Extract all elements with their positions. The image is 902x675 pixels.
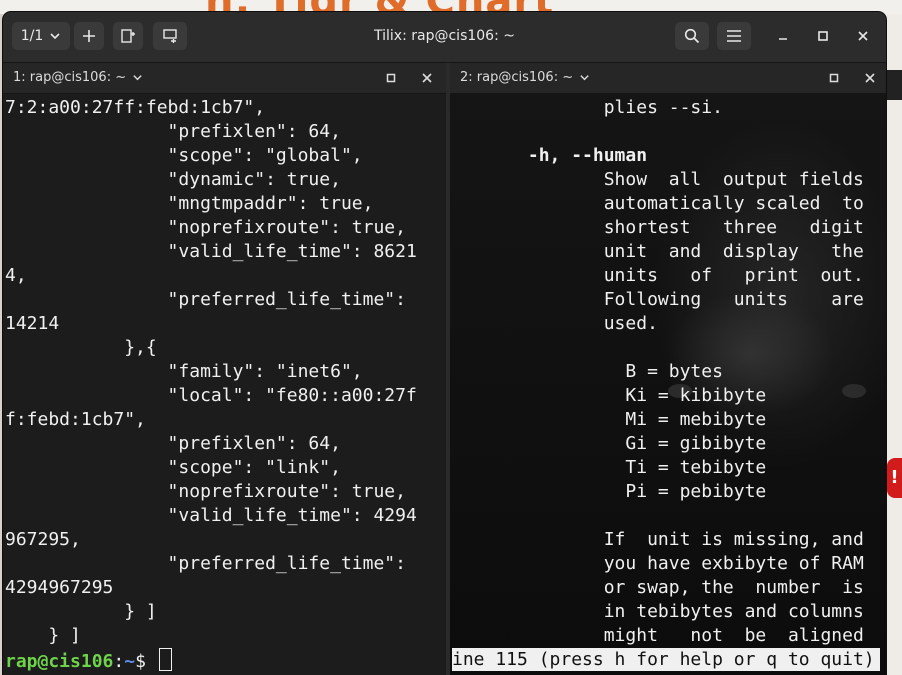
pane-title-right: 2: rap@cis106: ~ bbox=[460, 70, 574, 85]
terminal-line: f:febd:1cb7", bbox=[5, 409, 146, 430]
background-warning-icon: ! bbox=[887, 458, 902, 498]
terminal-output-right: plies --si. -h, --human Show all output … bbox=[452, 96, 886, 675]
terminal-output-left: 7:2:a00:27ff:febd:1cb7", "prefixlen": 64… bbox=[5, 96, 446, 675]
terminal-line: "mngtmpaddr": true, bbox=[5, 193, 374, 214]
terminal-line: "family": "inet6", bbox=[5, 361, 363, 382]
text-cursor bbox=[158, 648, 172, 671]
minimize-button[interactable] bbox=[766, 22, 800, 50]
terminal-line: } ] bbox=[5, 625, 81, 646]
terminal-line: -h, --human bbox=[452, 145, 648, 166]
maximize-pane-button-right[interactable] bbox=[823, 68, 845, 88]
chevron-down-icon bbox=[580, 75, 589, 81]
terminal-line: "noprefixroute": true, bbox=[5, 481, 406, 502]
terminal-line: "scope": "link", bbox=[5, 457, 341, 478]
pane-title-button-right[interactable]: 2: rap@cis106: ~ bbox=[460, 70, 590, 85]
terminal-line: 4294967295 bbox=[5, 577, 114, 598]
terminal-line: used. bbox=[452, 313, 658, 334]
terminal-pane-left[interactable]: 1: rap@cis106: ~ 7:2:a00:27ff:febd:1cb7"… bbox=[3, 63, 446, 675]
pager-status-line: ine 115 (press h for help or q to quit) bbox=[452, 648, 880, 671]
maximize-icon bbox=[386, 73, 396, 83]
pane-header-right: 2: rap@cis106: ~ bbox=[450, 63, 886, 94]
maximize-icon bbox=[829, 73, 839, 83]
terminal-line: Pi = pebibyte bbox=[452, 481, 767, 502]
close-window-button[interactable] bbox=[846, 22, 880, 50]
terminal-line: Ki = kibibyte bbox=[452, 385, 767, 406]
search-button[interactable] bbox=[675, 22, 709, 50]
tilix-window: 1/1 Tilix: rap@cis106: ~ 1: rap@cis106: … bbox=[3, 12, 886, 675]
pane-title-left: 1: rap@cis106: ~ bbox=[13, 70, 127, 85]
terminal-line: "preferred_life_time": bbox=[5, 289, 406, 310]
terminal-line: "preferred_life_time": bbox=[5, 553, 406, 574]
terminal-line: "valid_life_time": 8621 bbox=[5, 241, 417, 262]
terminal-line: } ] bbox=[5, 601, 157, 622]
terminal-line: shortest three digit bbox=[452, 217, 864, 238]
terminal-line: units of print out. bbox=[452, 265, 864, 286]
terminal-line: 4, bbox=[5, 265, 27, 286]
terminal-line: "valid_life_time": 4294 bbox=[5, 505, 417, 526]
terminal-line: automatically scaled to bbox=[452, 193, 864, 214]
terminal-line: "prefixlen": 64, bbox=[5, 121, 341, 142]
prompt-symbol: $ bbox=[135, 651, 157, 672]
close-icon bbox=[865, 73, 875, 83]
pane-title-button-left[interactable]: 1: rap@cis106: ~ bbox=[13, 70, 143, 85]
maximize-icon bbox=[818, 31, 828, 41]
prompt-user: rap@cis106 bbox=[5, 651, 114, 672]
terminal-line: },{ bbox=[5, 337, 157, 358]
terminal-line: "noprefixroute": true, bbox=[5, 217, 406, 238]
terminal-line: "prefixlen": 64, bbox=[5, 433, 341, 454]
terminal-line: "local": "fe80::a00:27f bbox=[5, 385, 417, 406]
hamburger-menu-icon bbox=[727, 30, 741, 42]
terminal-pane-right[interactable]: 2: rap@cis106: ~ plies --si. -h, --human… bbox=[450, 63, 886, 675]
search-icon bbox=[684, 28, 700, 44]
terminal-line: in tebibytes and columns bbox=[452, 601, 864, 622]
maximize-button[interactable] bbox=[806, 22, 840, 50]
terminal-line: Show all output fields bbox=[452, 169, 864, 190]
terminal-line: B = bytes bbox=[452, 361, 723, 382]
close-icon bbox=[422, 73, 432, 83]
prompt-path: ~ bbox=[124, 651, 136, 672]
terminal-line: you have exbibyte of RAM bbox=[452, 553, 864, 574]
shell-prompt[interactable]: rap@cis106:~$ bbox=[5, 648, 446, 672]
terminal-line: might not be aligned bbox=[452, 625, 864, 646]
terminal-line: unit and display the bbox=[452, 241, 864, 262]
close-icon bbox=[858, 31, 868, 41]
terminal-line: or swap, the number is bbox=[452, 577, 864, 598]
window-title: Tilix: rap@cis106: ~ bbox=[374, 28, 515, 44]
terminal-line: 14214 bbox=[5, 313, 60, 334]
title-bar: 1/1 Tilix: rap@cis106: ~ bbox=[3, 12, 886, 63]
terminal-line: Ti = tebibyte bbox=[452, 457, 767, 478]
chevron-down-icon bbox=[133, 75, 142, 81]
close-pane-button-right[interactable] bbox=[859, 68, 881, 88]
close-pane-button-left[interactable] bbox=[416, 68, 438, 88]
minimize-icon bbox=[779, 38, 787, 40]
menu-button[interactable] bbox=[717, 22, 751, 50]
terminal-line: "scope": "global", bbox=[5, 145, 363, 166]
terminal-line: If unit is missing, and bbox=[452, 529, 864, 550]
background-thumbnail bbox=[884, 70, 902, 100]
terminal-line: Mi = mebibyte bbox=[452, 409, 767, 430]
prompt-separator: : bbox=[113, 651, 125, 672]
terminal-line: 7:2:a00:27ff:febd:1cb7", bbox=[5, 97, 266, 118]
terminal-line: "dynamic": true, bbox=[5, 169, 341, 190]
terminal-line: plies --si. bbox=[452, 97, 723, 118]
maximize-pane-button-left[interactable] bbox=[380, 68, 402, 88]
background-strip-right bbox=[884, 14, 902, 675]
terminal-line: Following units are bbox=[452, 289, 864, 310]
terminal-line: Gi = gibibyte bbox=[452, 433, 767, 454]
pane-header-left: 1: rap@cis106: ~ bbox=[3, 63, 446, 94]
terminal-line: 967295, bbox=[5, 529, 81, 550]
